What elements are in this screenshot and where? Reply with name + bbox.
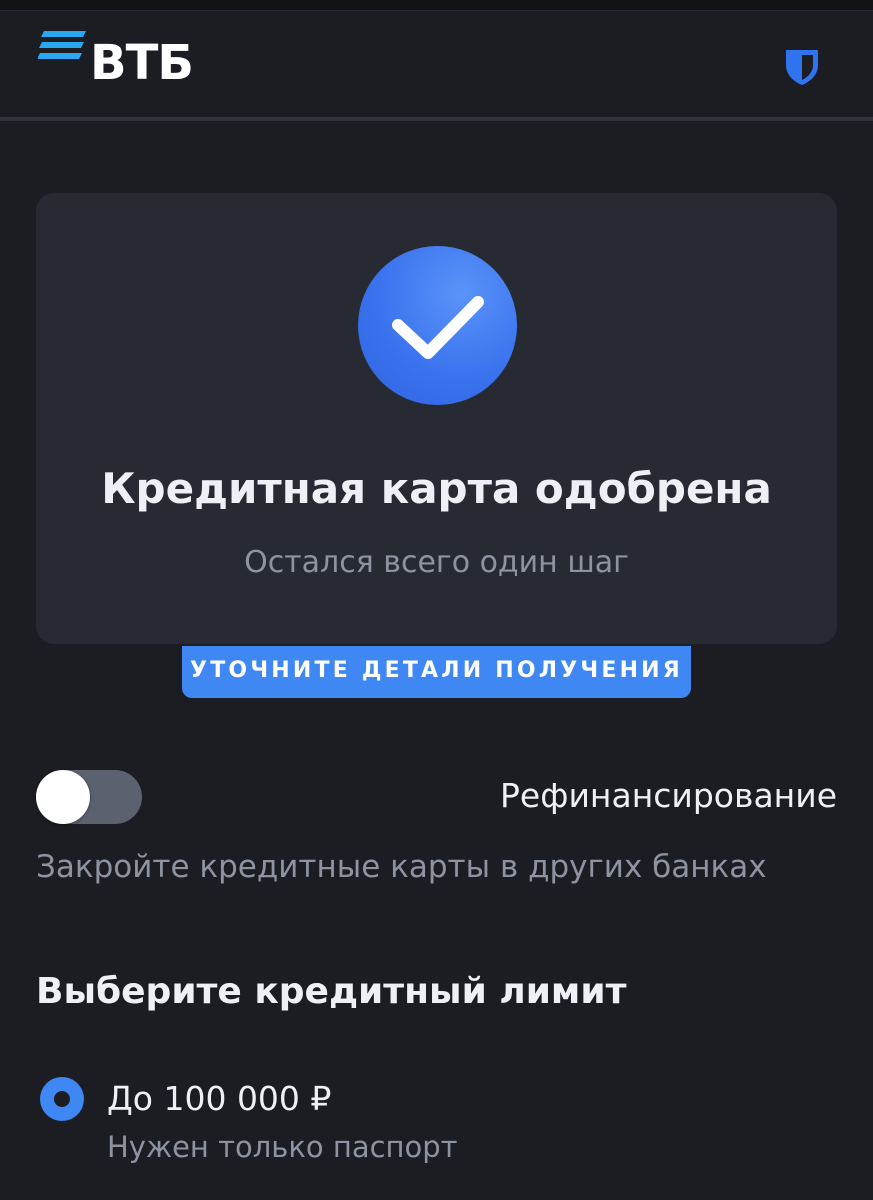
approved-badge (358, 246, 517, 405)
clarify-details-button[interactable]: УТОЧНИТЕ ДЕТАЛИ ПОЛУЧЕНИЯ (182, 646, 691, 698)
approval-subtitle: Остался всего один шаг (244, 545, 629, 580)
logo-text: ВТБ (90, 35, 194, 91)
logo-stripes-icon (38, 31, 86, 59)
header-divider (0, 117, 873, 121)
refinancing-toggle[interactable] (36, 770, 142, 824)
approval-card: Кредитная карта одобрена Остался всего о… (36, 193, 837, 644)
status-bar-edge (0, 0, 873, 11)
refinancing-description: Закройте кредитные карты в других банках (36, 849, 767, 885)
limit-option-radio[interactable] (40, 1077, 84, 1121)
approval-title: Кредитная карта одобрена (101, 464, 772, 513)
limit-option-label[interactable]: До 100 000 ₽ (107, 1077, 331, 1121)
shield-icon[interactable] (783, 47, 821, 87)
refinancing-label: Рефинансирование (500, 776, 837, 815)
vtb-logo[interactable]: ВТБ (38, 31, 208, 91)
credit-limit-title: Выберите кредитный лимит (36, 971, 627, 1012)
app-header: ВТБ (0, 11, 873, 117)
limit-option-description: Нужен только паспорт (107, 1130, 458, 1164)
checkmark-icon (392, 296, 484, 359)
toggle-knob (36, 770, 90, 824)
radio-selected-dot (54, 1091, 70, 1107)
